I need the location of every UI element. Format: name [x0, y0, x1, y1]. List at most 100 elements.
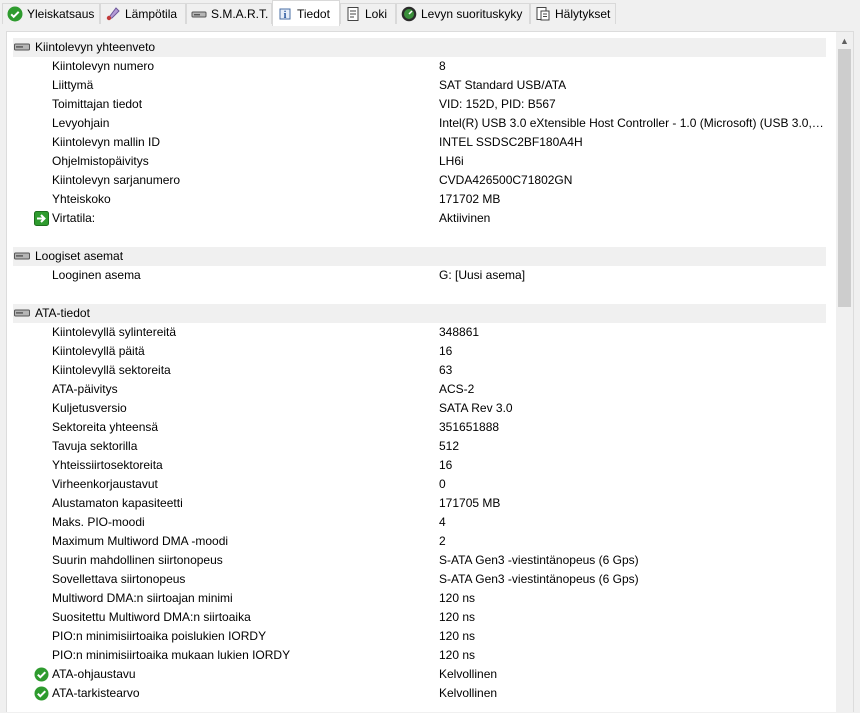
- item-label: Maximum Multiword DMA -moodi: [52, 534, 229, 548]
- item-value: 120 ns: [439, 591, 476, 605]
- section-header-ata[interactable]: ATA-tiedot: [13, 304, 826, 323]
- list-item[interactable]: Tavuja sektorilla 512: [13, 437, 826, 456]
- item-value: 8: [439, 59, 446, 73]
- list-item[interactable]: Kiintolevyllä sektoreita 63: [13, 361, 826, 380]
- item-value: 63: [439, 363, 453, 377]
- list-item[interactable]: Liittymä SAT Standard USB/ATA: [13, 76, 826, 95]
- list-item[interactable]: Sovellettava siirtonopeus S-ATA Gen3 -vie…: [13, 570, 826, 589]
- item-value: 2: [439, 534, 446, 548]
- item-label: Virtatila:: [52, 211, 96, 225]
- log-icon: [347, 7, 359, 21]
- item-value: LH6i: [439, 154, 464, 168]
- tab-tiedot[interactable]: i Tiedot: [272, 0, 340, 26]
- item-label: Kiintolevyllä sektoreita: [52, 363, 171, 377]
- item-value: 348861: [439, 325, 480, 339]
- tab-label: Lämpötila: [125, 7, 178, 21]
- item-value: 171705 MB: [439, 496, 501, 510]
- item-label: PIO:n minimisiirtoaika poislukien IORDY: [52, 629, 267, 643]
- item-value: 120 ns: [439, 629, 476, 643]
- item-label: Kiintolevyllä päitä: [52, 344, 145, 358]
- info-icon: i: [279, 8, 291, 21]
- tab-smart[interactable]: S.M.A.R.T.: [186, 3, 272, 24]
- item-label: Sovellettava siirtonopeus: [52, 572, 186, 586]
- item-label: Maks. PIO-moodi: [52, 515, 145, 529]
- section-header-logical[interactable]: Loogiset asemat: [13, 247, 826, 266]
- tab-halytykset[interactable]: Hälytykset: [530, 3, 616, 24]
- item-value: SATA Rev 3.0: [439, 401, 513, 415]
- green-arrow-icon: [34, 211, 49, 226]
- tab-levyn-suorituskyky[interactable]: Levyn suorituskyky: [396, 3, 530, 24]
- item-label: Toimittajan tiedot: [52, 97, 143, 111]
- list-item[interactable]: Maximum Multiword DMA -moodi 2: [13, 532, 826, 551]
- list-item[interactable]: Looginen asema G: [Uusi asema]: [13, 266, 826, 285]
- item-label: Sektoreita yhteensä: [52, 420, 159, 434]
- vertical-scrollbar[interactable]: ▲: [836, 32, 853, 713]
- list-item[interactable]: Yhteiskoko 171702 MB: [13, 190, 826, 209]
- item-value: CVDA426500C71802GN: [439, 173, 573, 187]
- tab-lampotila[interactable]: Lämpötila: [100, 3, 186, 24]
- tab-label: S.M.A.R.T.: [211, 7, 269, 21]
- list-item[interactable]: Multiword DMA:n siirtoajan minimi 120 ns: [13, 589, 826, 608]
- item-value: ACS-2: [439, 382, 475, 396]
- list-item[interactable]: ATA-päivitys ACS-2: [13, 380, 826, 399]
- tab-label: Hälytykset: [555, 7, 611, 21]
- item-label: Kiintolevyllä sylintereitä: [52, 325, 177, 339]
- disk-icon: [14, 309, 30, 317]
- list-item[interactable]: Suositettu Multiword DMA:n siirtoaika 120…: [13, 608, 826, 627]
- item-label: Kuljetusversio: [52, 401, 127, 415]
- thermometer-icon: [106, 7, 120, 21]
- list-item[interactable]: PIO:n minimisiirtoaika mukaan lukien IOR…: [13, 646, 826, 665]
- item-value: 16: [439, 344, 453, 358]
- scroll-up-arrow-icon[interactable]: ▲: [836, 32, 853, 49]
- check-circle-icon: [7, 6, 23, 22]
- list-item[interactable]: Levyohjain Intel(R) USB 3.0 eXtensible Ho…: [13, 114, 826, 133]
- tab-loki[interactable]: Loki: [340, 3, 396, 24]
- list-item[interactable]: Kiintolevyllä päitä 16: [13, 342, 826, 361]
- list-item[interactable]: Kiintolevyn mallin ID INTEL SSDSC2BF180A4…: [13, 133, 826, 152]
- list-item[interactable]: ATA-ohjaustavu Kelvollinen: [13, 665, 826, 684]
- item-label: PIO:n minimisiirtoaika mukaan lukien IOR…: [52, 648, 291, 662]
- item-value: 4: [439, 515, 446, 529]
- item-label: Levyohjain: [52, 116, 110, 130]
- item-label: Liittymä: [52, 78, 94, 92]
- list-item[interactable]: Toimittajan tiedot VID: 152D, PID: B567: [13, 95, 826, 114]
- details-panel: Kiintolevyn yhteenveto Kiintolevyn numer…: [6, 31, 854, 713]
- section-title: ATA-tiedot: [35, 306, 90, 320]
- item-label: Yhteiskoko: [52, 192, 111, 206]
- list-item[interactable]: Virheenkorjaustavut 0: [13, 475, 826, 494]
- item-label: Suositettu Multiword DMA:n siirtoaika: [52, 610, 251, 624]
- scrollbar-thumb[interactable]: [838, 49, 851, 307]
- list-item[interactable]: Virtatila: Aktiivinen: [13, 209, 826, 228]
- list-item[interactable]: Yhteissiirtosektoreita 16: [13, 456, 826, 475]
- item-value: S-ATA Gen3 -viestintänopeus (6 Gps): [439, 572, 639, 586]
- item-value: S-ATA Gen3 -viestintänopeus (6 Gps): [439, 553, 639, 567]
- list-item[interactable]: PIO:n minimisiirtoaika poislukien IORDY 1…: [13, 627, 826, 646]
- item-label: Suurin mahdollinen siirtonopeus: [52, 553, 223, 567]
- list-item[interactable]: Alustamaton kapasiteetti 171705 MB: [13, 494, 826, 513]
- list-item[interactable]: Suurin mahdollinen siirtonopeus S-ATA Gen…: [13, 551, 826, 570]
- list-item[interactable]: Kiintolevyllä sylintereitä 348861: [13, 323, 826, 342]
- item-value: INTEL SSDSC2BF180A4H: [439, 135, 583, 149]
- alerts-icon: [536, 7, 550, 21]
- tab-yleiskatsaus[interactable]: Yleiskatsaus: [2, 3, 100, 24]
- list-item[interactable]: Kiintolevyn numero 8: [13, 57, 826, 76]
- item-value: Kelvollinen: [439, 667, 498, 681]
- item-label: Kiintolevyn sarjanumero: [52, 173, 181, 187]
- item-value: 171702 MB: [439, 192, 501, 206]
- list-item[interactable]: Kuljetusversio SATA Rev 3.0: [13, 399, 826, 418]
- svg-text:i: i: [284, 10, 287, 21]
- item-label: Alustamaton kapasiteetti: [52, 496, 183, 510]
- item-label: ATA-päivitys: [52, 382, 118, 396]
- list-item[interactable]: Kiintolevyn sarjanumero CVDA426500C71802G…: [13, 171, 826, 190]
- list-item[interactable]: Maks. PIO-moodi 4: [13, 513, 826, 532]
- list-item[interactable]: Sektoreita yhteensä 351651888: [13, 418, 826, 437]
- item-value: Aktiivinen: [439, 211, 491, 225]
- list-item[interactable]: Ohjelmistopäivitys LH6i: [13, 152, 826, 171]
- item-label: Kiintolevyn numero: [52, 59, 155, 73]
- item-label: Ohjelmistopäivitys: [52, 154, 149, 168]
- list-item[interactable]: ATA-tarkistearvo Kelvollinen: [13, 684, 826, 703]
- item-value: 0: [439, 477, 446, 491]
- item-label: Kiintolevyn mallin ID: [52, 135, 161, 149]
- section-header-summary[interactable]: Kiintolevyn yhteenveto: [13, 38, 826, 57]
